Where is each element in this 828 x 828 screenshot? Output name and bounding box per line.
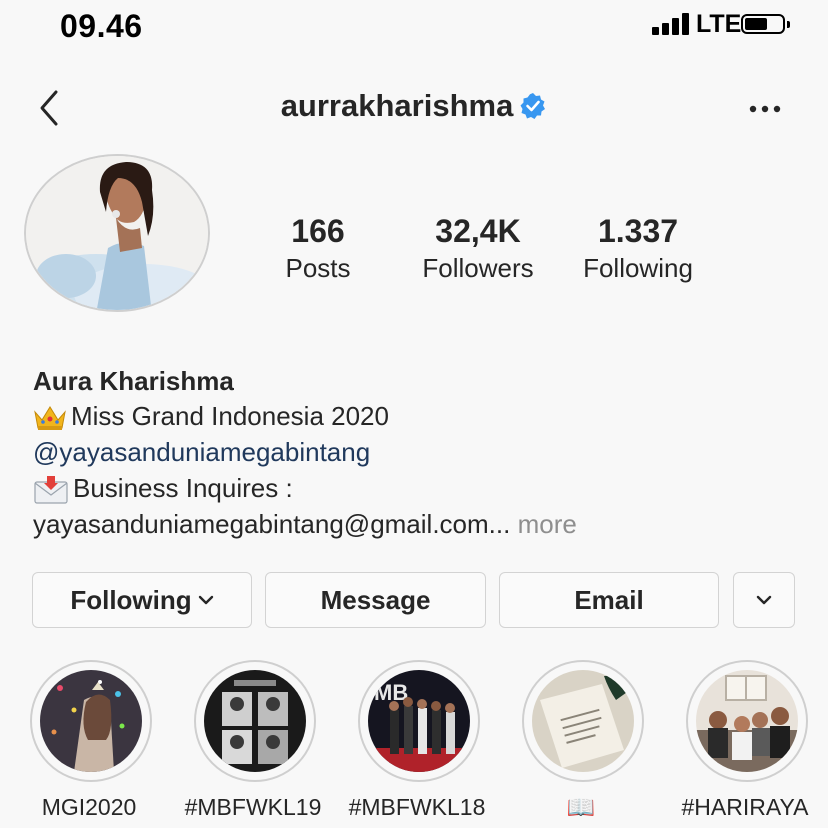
suggested-accounts-button[interactable] [733,572,795,628]
following-count[interactable]: 1.337 Following [570,212,706,286]
status-time: 09.46 [60,8,143,44]
following-count-label: Following [583,253,693,283]
followers-count-label: Followers [422,253,534,283]
highlight-ring: MB [358,660,480,782]
highlight-ring [30,660,152,782]
bio-email-text: yayasanduniamegabintang@gmail.com... [33,509,511,539]
posts-count-value: 166 [291,213,345,249]
email-button[interactable]: Email [499,572,719,628]
battery-icon [741,14,790,34]
followers-count-value: 32,4K [435,213,521,249]
signal-icon [652,13,690,35]
profile-header: aurrakharishma [0,78,828,138]
highlight-cover: MB [368,670,470,772]
message-button[interactable]: Message [265,572,486,628]
highlight-label: #HARIRAYA [681,794,809,820]
profile-avatar[interactable] [24,154,210,312]
bio-title: Miss Grand Indonesia 2020 [71,401,389,431]
posts-count-label: Posts [285,253,351,283]
bio-inquiry-label: Business Inquires : [73,473,293,503]
profile-username: aurrakharishma [280,88,514,123]
highlight-label: #MBFWKL18 [348,794,486,820]
email-button-label: Email [574,584,644,615]
highlight-ring [686,660,808,782]
highlight-cover [532,670,634,772]
highlight-cover [40,670,142,772]
envelope-icon [34,476,68,504]
chevron-down-icon [756,595,772,605]
status-bar: 09.46 LTE [0,0,828,50]
following-button-label: Following [70,584,192,615]
bio-more-link[interactable]: more [518,509,577,539]
crown-icon [34,406,66,431]
highlight-cover [696,670,798,772]
posts-count[interactable]: 166 Posts [268,212,368,286]
highlight-label: #MBFWKL19 [184,794,322,820]
verified-badge-icon [520,93,546,119]
more-horizontal-icon[interactable] [748,94,782,124]
bio-mention-link[interactable]: @yayasanduniamegabintang [33,437,370,467]
following-count-value: 1.337 [597,213,679,249]
followers-count[interactable]: 32,4K Followers [410,212,546,286]
following-button[interactable]: Following [32,572,252,628]
highlight-label: MGI2020 [41,794,137,820]
highlight-ring [194,660,316,782]
network-label: LTE [696,10,742,38]
chevron-down-icon [198,595,213,605]
profile-bio: Aura Kharishma Miss Grand Indonesia 2020… [33,364,803,542]
message-button-label: Message [320,584,431,615]
highlight-ring [522,660,644,782]
highlight-label: 📖 [566,794,596,820]
profile-display-name: Aura Kharishma [33,366,234,396]
highlight-cover [204,670,306,772]
